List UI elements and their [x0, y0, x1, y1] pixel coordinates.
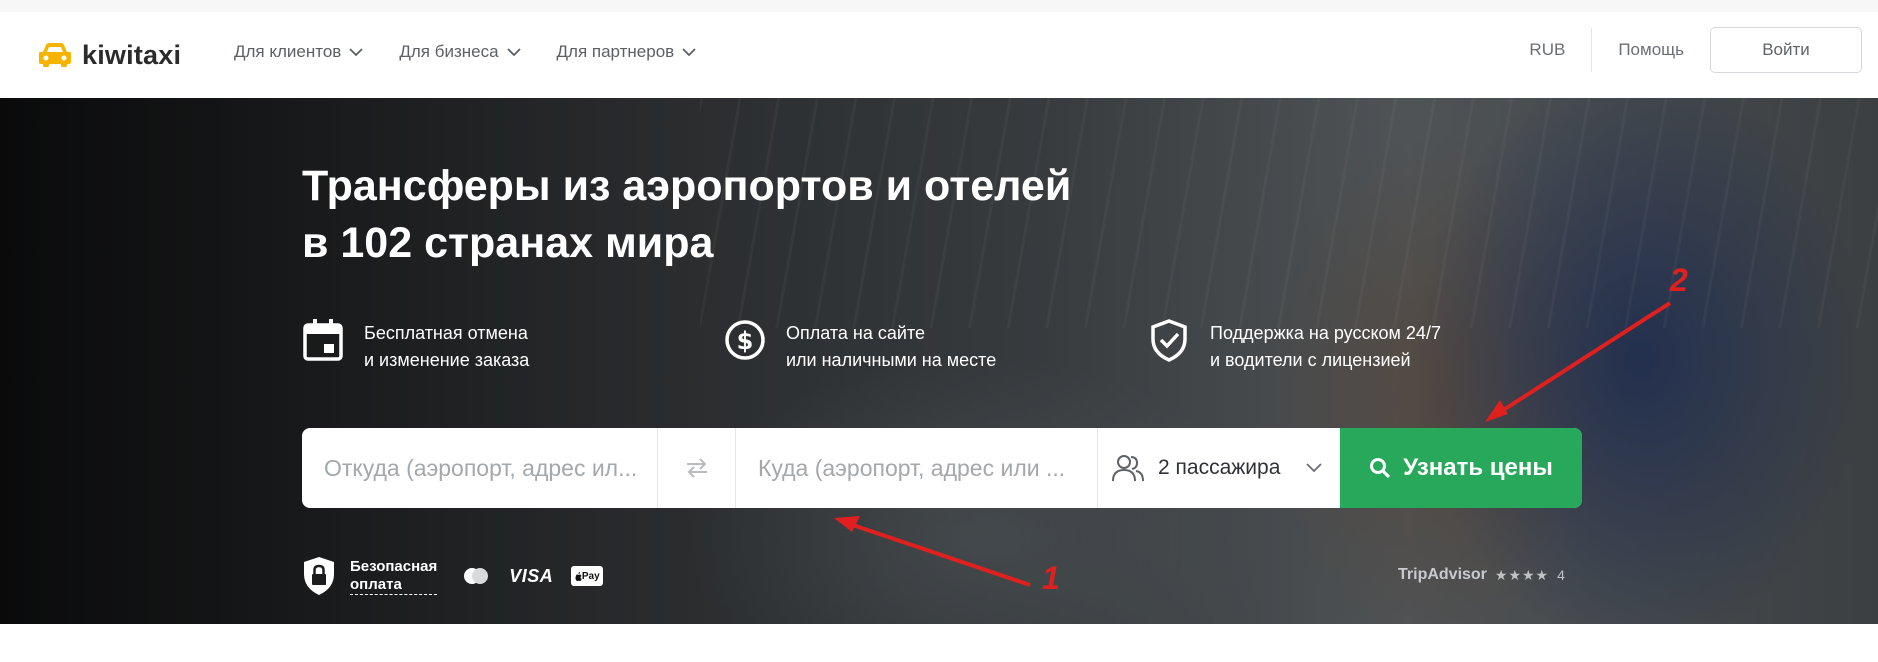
- feature-text: Поддержка на русском 24/7 и водители с л…: [1210, 320, 1441, 374]
- feature-payment: $ Оплата на сайте или наличными на месте: [724, 318, 996, 374]
- rating-value: 4: [1557, 567, 1565, 583]
- apple-pay-label: Pay: [581, 570, 600, 582]
- secure-line: оплата: [350, 575, 402, 593]
- tripadvisor-rating[interactable]: TripAdvisor ★★★★ 4: [1398, 566, 1565, 584]
- secure-line: Безопасная: [350, 557, 438, 575]
- header-actions: RUB Помощь Войти: [1503, 26, 1878, 74]
- taxi-car-icon: [39, 43, 71, 67]
- nav-for-business[interactable]: Для бизнеса: [399, 42, 521, 62]
- site-header: kiwitaxi Для клиентов Для бизнеса Для па…: [0, 12, 1878, 98]
- feature-line: Оплата на сайте: [786, 323, 925, 343]
- rating-stars: ★★★★: [1494, 566, 1550, 583]
- annotation-label-2: 2: [1670, 262, 1688, 298]
- chevron-down-icon: [506, 47, 521, 56]
- calendar-icon: [303, 319, 343, 361]
- hero-title-line2: в 102 странах мира: [302, 219, 714, 267]
- find-prices-button[interactable]: Узнать цены: [1340, 428, 1582, 508]
- payment-methods: VISA Pay: [461, 565, 604, 587]
- apple-icon: [575, 571, 582, 581]
- search-form: Откуда (аэропорт, адрес ил... Куда (аэро…: [302, 428, 1582, 508]
- passengers-value: 2 пассажира: [1158, 456, 1281, 479]
- feature-free-cancel: Бесплатная отмена и изменение заказа: [302, 318, 529, 374]
- chevron-down-icon: [1306, 463, 1322, 473]
- apple-pay-icon: Pay: [571, 566, 604, 586]
- from-input[interactable]: Откуда (аэропорт, адрес ил...: [302, 428, 658, 508]
- secure-payment-link[interactable]: Безопасная оплата: [350, 557, 438, 595]
- feature-text: Бесплатная отмена и изменение заказа: [364, 320, 529, 374]
- secure-payment: Безопасная оплата VISA Pay: [302, 556, 604, 596]
- feature-line: Бесплатная отмена: [364, 323, 528, 343]
- nav-label: Для бизнеса: [399, 42, 499, 61]
- main-nav: Для клиентов Для бизнеса Для партнеров: [234, 42, 696, 62]
- feature-support: Поддержка на русском 24/7 и водители с л…: [1148, 318, 1441, 374]
- feature-line: и водители с лицензией: [1210, 350, 1411, 370]
- hero-section: Трансферы из аэропортов и отелей в 102 с…: [0, 98, 1878, 624]
- chevron-down-icon: [682, 47, 696, 56]
- nav-label: Для клиентов: [234, 42, 342, 61]
- logo-text: kiwitaxi: [82, 39, 182, 70]
- mastercard-icon: [464, 568, 489, 584]
- tripadvisor-label: TripAdvisor: [1398, 566, 1487, 583]
- to-input[interactable]: Куда (аэропорт, адрес или ...: [736, 428, 1098, 508]
- login-button[interactable]: Войти: [1710, 27, 1862, 73]
- swap-arrows-icon: [686, 458, 707, 478]
- search-icon: [1370, 458, 1391, 479]
- dollar-coin-icon: $: [725, 320, 765, 360]
- currency-selector[interactable]: RUB: [1503, 40, 1591, 60]
- swap-button[interactable]: [658, 428, 736, 508]
- feature-line: Поддержка на русском 24/7: [1210, 323, 1441, 343]
- lock-shield-icon: [304, 557, 334, 595]
- passengers-select[interactable]: 2 пассажира: [1098, 428, 1340, 508]
- help-link[interactable]: Помощь: [1592, 40, 1710, 60]
- visa-logo: VISA: [509, 565, 554, 586]
- feature-line: или наличными на месте: [786, 350, 997, 370]
- top-strip: [0, 0, 1878, 12]
- nav-for-clients[interactable]: Для клиентов: [234, 42, 363, 62]
- feature-text: Оплата на сайте или наличными на месте: [786, 320, 996, 374]
- nav-for-partners[interactable]: Для партнеров: [557, 42, 697, 62]
- shield-check-icon: [1151, 319, 1187, 362]
- hero-title: Трансферы из аэропортов и отелей в 102 с…: [302, 158, 1202, 272]
- svg-text:$: $: [737, 327, 754, 355]
- people-icon: [1112, 455, 1144, 482]
- hero-title-line1: Трансферы из аэропортов и отелей: [302, 162, 1072, 210]
- nav-label: Для партнеров: [556, 42, 675, 61]
- feature-line: и изменение заказа: [364, 350, 530, 370]
- logo[interactable]: kiwitaxi: [38, 38, 181, 72]
- chevron-down-icon: [349, 47, 363, 56]
- annotation-label-1: 1: [1042, 560, 1060, 596]
- find-prices-label: Узнать цены: [1403, 454, 1553, 481]
